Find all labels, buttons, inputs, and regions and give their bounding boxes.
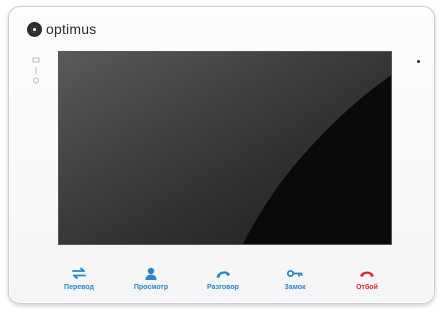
view-button[interactable]: Просмотр [115,265,187,291]
phone-hangup-icon [359,265,375,281]
transfer-button[interactable]: Перевод [43,265,115,291]
sensor-dot [417,60,420,63]
record-indicator-icon [32,71,40,84]
status-indicators [32,51,40,84]
user-icon [145,265,157,281]
mute-indicator-icon [32,61,40,74]
hangup-label: Отбой [356,284,378,291]
brand-logo-icon [27,21,42,37]
hangup-button[interactable]: Отбой [331,265,403,291]
talk-button[interactable]: Разговор [187,265,259,291]
unlock-button[interactable]: Замок [259,265,331,291]
talk-label: Разговор [207,284,239,291]
screen-reflection [59,52,391,244]
phone-answer-icon [215,265,231,281]
intercom-monitor: optimus Перевод Просмотр Разговор Замок … [8,6,435,304]
brand: optimus [27,21,96,37]
transfer-label: Перевод [64,284,94,291]
display-screen [58,51,392,245]
view-label: Просмотр [133,284,169,291]
key-icon [287,265,303,281]
unlock-label: Замок [284,284,306,291]
control-buttons: Перевод Просмотр Разговор Замок Отбой [9,265,434,299]
power-indicator-icon [32,51,40,63]
transfer-icon [72,265,86,281]
brand-name: optimus [46,21,97,37]
